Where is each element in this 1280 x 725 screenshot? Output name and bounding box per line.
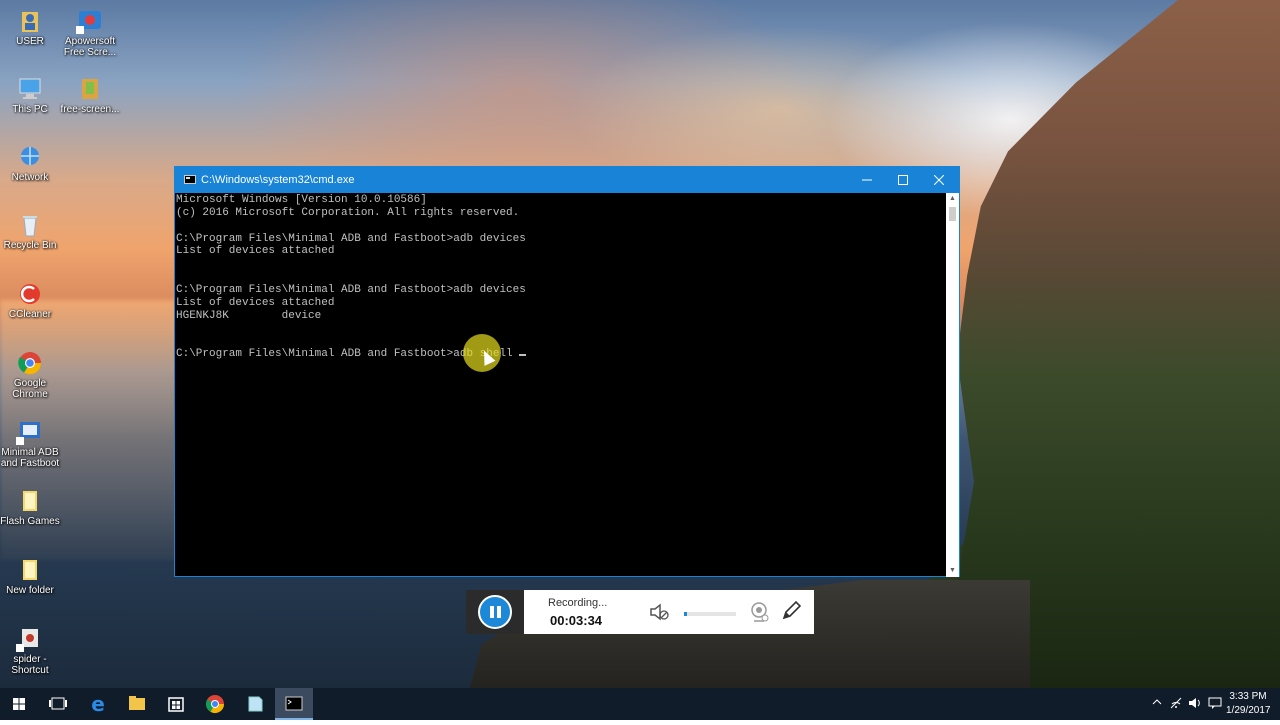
taskbar-edge[interactable]: e — [79, 688, 117, 720]
desktop-icon-chrome[interactable]: Google Chrome — [0, 350, 60, 400]
text-cursor — [519, 354, 527, 357]
windows-logo-icon — [13, 698, 25, 710]
recorder-toolbar: Recording... 00:03:34 — [466, 590, 814, 634]
taskbar-clock[interactable]: 3:33 PM 1/29/2017 — [1226, 690, 1271, 718]
cmd-titlebar[interactable]: C:\Windows\system32\cmd.exe — [175, 167, 959, 193]
cmd-window-title: C:\Windows\system32\cmd.exe — [201, 174, 355, 186]
svg-text:e: e — [91, 692, 105, 716]
desktop-icon-free-screen[interactable]: free-screen... — [60, 76, 120, 115]
clock-time: 3:33 PM — [1229, 691, 1267, 702]
task-view-button[interactable] — [39, 688, 77, 720]
console-prompt-line[interactable]: C:\Program Files\Minimal ADB and Fastboo… — [176, 348, 947, 361]
user-folder-icon — [22, 12, 38, 32]
scroll-up-icon[interactable]: ▲ — [946, 193, 959, 205]
minimize-button[interactable] — [849, 167, 885, 193]
clock-date: 1/29/2017 — [1226, 705, 1271, 716]
console-line: C:\Program Files\Minimal ADB and Fastboo… — [176, 232, 526, 245]
chrome-icon — [18, 352, 42, 375]
console-line: List of devices attached — [176, 296, 335, 309]
desktop-icon-network[interactable]: Network — [0, 144, 60, 183]
desktop-icon-flash-games[interactable]: Flash Games — [0, 488, 60, 527]
cmd-window[interactable]: C:\Windows\system32\cmd.exe Microsoft Wi… — [174, 166, 960, 577]
cmd-console-output[interactable]: Microsoft Windows [Version 10.0.10586] (c… — [175, 193, 947, 577]
pause-icon — [478, 595, 512, 629]
cmd-scrollbar[interactable]: ▲ ▼ — [946, 193, 959, 577]
folder-icon — [23, 560, 37, 580]
console-line: Microsoft Windows [Version 10.0.10586] — [176, 194, 427, 206]
store-icon — [168, 697, 184, 712]
speaker-mute-icon[interactable] — [648, 602, 670, 622]
spider-icon — [16, 629, 38, 652]
archive-icon — [82, 79, 98, 99]
taskbar: e 3:33 PM 1/29/2017 — [0, 688, 1280, 720]
volume-slider-fill — [684, 612, 687, 616]
desktop-icon-this-pc[interactable]: This PC — [0, 76, 60, 115]
close-icon — [933, 174, 945, 186]
desktop-icon-new-folder[interactable]: New folder — [0, 557, 60, 596]
webcam-icon[interactable] — [748, 601, 770, 623]
file-explorer-icon — [129, 696, 145, 710]
recording-timer: 00:03:34 — [550, 613, 603, 628]
scroll-down-icon[interactable]: ▼ — [946, 565, 959, 577]
network-status-icon[interactable] — [1170, 696, 1182, 713]
recycle-bin-icon — [23, 216, 37, 237]
pause-button[interactable] — [466, 590, 524, 634]
adb-icon — [16, 422, 40, 445]
edge-icon: e — [91, 692, 105, 716]
taskbar-file-explorer[interactable] — [118, 688, 156, 720]
recording-status: Recording... — [548, 597, 608, 609]
desktop-icon-minimal-adb[interactable]: Minimal ADB and Fastboot — [0, 419, 60, 469]
taskbar-chrome[interactable] — [196, 688, 234, 720]
console-line: List of devices attached — [176, 245, 335, 258]
minimize-icon — [862, 179, 872, 181]
folder-icon — [23, 491, 37, 511]
start-button[interactable] — [0, 688, 38, 720]
volume-icon[interactable] — [1188, 696, 1202, 713]
console-line: HGENKJ8K device — [176, 309, 322, 322]
chrome-icon — [205, 695, 224, 714]
this-pc-icon — [19, 78, 41, 99]
console-line: (c) 2016 Microsoft Corporation. All righ… — [176, 206, 520, 219]
chevron-up-icon[interactable] — [1152, 696, 1162, 710]
cmd-icon — [285, 696, 303, 711]
close-button[interactable] — [921, 167, 957, 193]
volume-slider[interactable] — [684, 612, 736, 616]
desktop-icon-spider[interactable]: spider - Shortcut — [0, 626, 60, 676]
console-line: C:\Program Files\Minimal ADB and Fastboo… — [176, 283, 526, 296]
apowersoft-icon — [76, 11, 101, 34]
notification-icon[interactable] — [1208, 696, 1222, 713]
desktop-icon-ccleaner[interactable]: CCleaner — [0, 281, 60, 320]
taskbar-notepad[interactable] — [236, 688, 274, 720]
desktop-icon-apowersoft[interactable]: Apowersoft Free Scre... — [60, 8, 120, 58]
maximize-icon — [898, 175, 908, 185]
maximize-button[interactable] — [885, 167, 921, 193]
notepad-icon — [248, 696, 263, 712]
taskbar-cmd[interactable] — [275, 688, 313, 720]
taskbar-store[interactable] — [157, 688, 195, 720]
cmd-app-icon — [184, 175, 196, 184]
network-icon — [21, 147, 39, 165]
scroll-thumb[interactable] — [949, 207, 956, 221]
task-view-icon — [49, 697, 67, 710]
ccleaner-icon — [20, 284, 40, 304]
desktop-icon-user[interactable]: USER — [0, 8, 60, 47]
pen-annotate-icon[interactable] — [780, 600, 802, 622]
desktop-icon-recycle-bin[interactable]: Recycle Bin — [0, 212, 60, 251]
